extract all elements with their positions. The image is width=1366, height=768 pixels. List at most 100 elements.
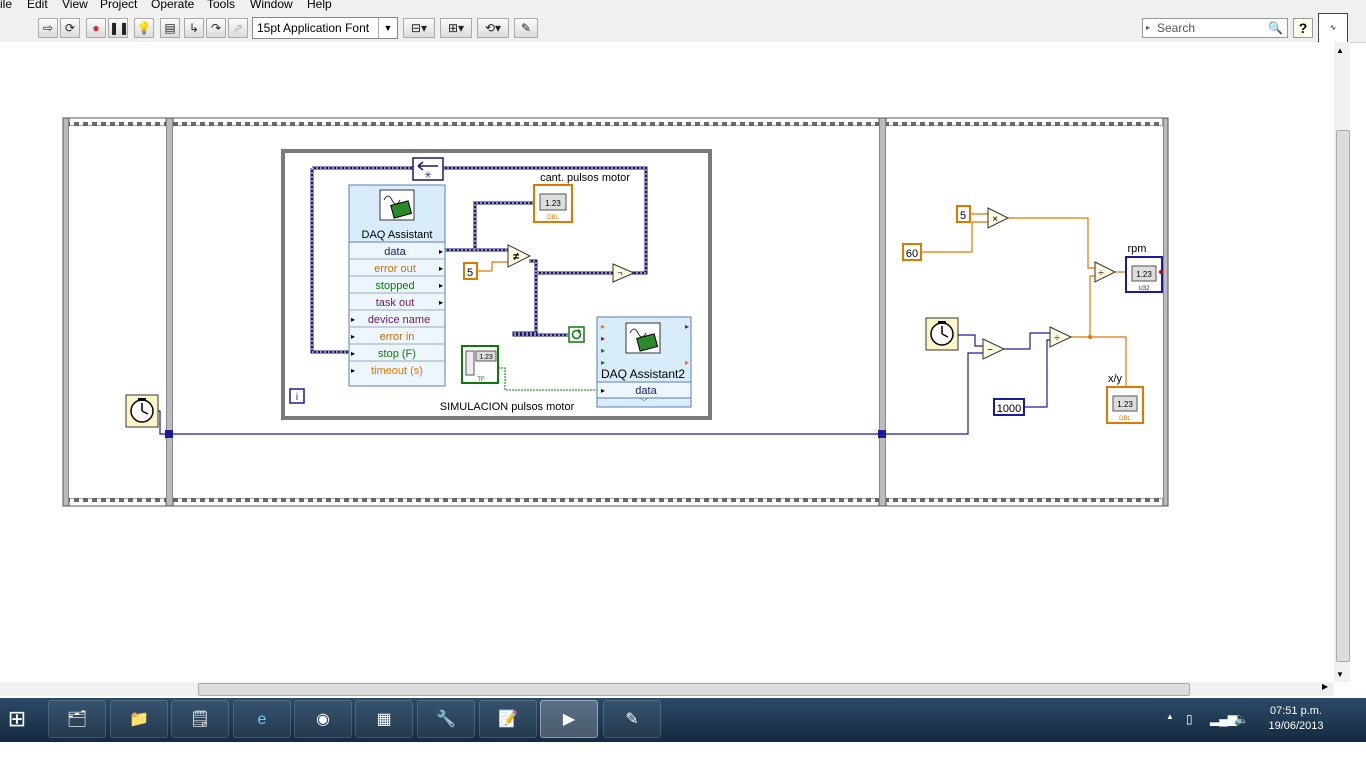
- terminal-stop: stop (F): [378, 348, 416, 360]
- tools-icon[interactable]: 🔧: [417, 700, 475, 738]
- network-signal-icon[interactable]: ▂▄▆: [1210, 712, 1237, 726]
- horizontal-scroll-thumb[interactable]: [198, 683, 1190, 696]
- svg-text:1.23: 1.23: [479, 354, 493, 361]
- boolean-constant[interactable]: 1.23 TF: [461, 345, 499, 384]
- sequence-tunnel-2: [878, 430, 886, 438]
- svg-text:▸: ▸: [685, 322, 689, 331]
- constant-five-inner[interactable]: 5: [463, 262, 478, 280]
- block-diagram-canvas[interactable]: SIMULACION pulsos motor i ✳ DAQ Assistan…: [0, 42, 1334, 682]
- clock-date: 19/06/2013: [1268, 720, 1324, 732]
- explorer-folder-icon[interactable]: 🗂: [48, 700, 106, 738]
- indicator-rpm[interactable]: 1.23 U32: [1125, 256, 1163, 293]
- volume-icon[interactable]: 🔈: [1234, 712, 1249, 726]
- svg-text:DBL: DBL: [1119, 416, 1131, 422]
- indicator-cant-pulsos[interactable]: 1.23 DBL: [533, 184, 573, 223]
- reorder-icon[interactable]: ⟲▾: [477, 18, 509, 38]
- help-icon[interactable]: ?: [1293, 18, 1313, 38]
- svg-text:▸: ▸: [439, 281, 443, 290]
- step-over-icon[interactable]: ↷: [206, 18, 226, 38]
- scroll-down-icon[interactable]: ▼: [1336, 670, 1344, 679]
- font-selector[interactable]: 15pt Application Font ▼: [252, 17, 398, 39]
- battery-icon[interactable]: ▯: [1186, 712, 1193, 726]
- step-into-icon[interactable]: ↳: [184, 18, 204, 38]
- distribute-icon[interactable]: ⊞▾: [440, 18, 472, 38]
- run-continuous-icon[interactable]: ⟳: [60, 18, 80, 38]
- taskbar: ⊞ 🗂 📁 🗒 e ◉ ▦ 🔧 📝 ▶ ✎ ▲ ▯ ▂▄▆ 🔈 07:51 p.…: [0, 698, 1366, 742]
- terminal-data: data: [384, 246, 406, 258]
- menu-window[interactable]: Window: [250, 0, 293, 10]
- notes-icon[interactable]: 📝: [479, 700, 537, 738]
- cleanup-icon[interactable]: ✎: [514, 18, 538, 38]
- chrome-icon[interactable]: ◉: [294, 700, 352, 738]
- search-placeholder: Search: [1157, 21, 1196, 35]
- svg-text:≠: ≠: [513, 251, 519, 263]
- menu-help[interactable]: Help: [307, 0, 332, 10]
- vertical-scrollbar[interactable]: ▲ ▼: [1334, 42, 1350, 682]
- svg-text:÷: ÷: [1098, 268, 1104, 279]
- svg-text:▸: ▸: [351, 332, 355, 341]
- tray-expand-icon[interactable]: ▲: [1166, 712, 1174, 721]
- font-selector-label: 15pt Application Font: [257, 21, 370, 35]
- svg-text:▸: ▸: [685, 358, 689, 367]
- svg-text:1.23: 1.23: [1117, 400, 1133, 409]
- internet-explorer-icon[interactable]: e: [233, 700, 291, 738]
- bottom-strip: [0, 742, 1366, 768]
- svg-text:▸: ▸: [351, 366, 355, 375]
- sticky-notes-icon[interactable]: 🗒: [171, 700, 229, 738]
- menu-edit[interactable]: Edit: [27, 0, 48, 10]
- scroll-up-icon[interactable]: ▲: [1336, 46, 1344, 55]
- tick-count-1[interactable]: [125, 394, 159, 428]
- highlight-bulb-icon[interactable]: 💡: [134, 18, 154, 38]
- tick-count-2[interactable]: [925, 317, 959, 351]
- loop-condition[interactable]: [568, 326, 585, 343]
- svg-text:﹀: ﹀: [640, 398, 648, 407]
- block-diagram: SIMULACION pulsos motor i ✳ DAQ Assistan…: [62, 117, 1169, 507]
- menu-operate[interactable]: Operate: [151, 0, 194, 10]
- search-arrow-icon: ▸: [1146, 23, 1151, 32]
- run-arrow-icon[interactable]: ⇨: [38, 18, 58, 38]
- menu-view[interactable]: View: [62, 0, 88, 10]
- svg-text:▸: ▸: [351, 349, 355, 358]
- iteration-terminal: i: [289, 388, 305, 404]
- abort-icon[interactable]: ●: [86, 18, 106, 38]
- terminal-stopped: stopped: [375, 280, 414, 292]
- svg-text:▸: ▸: [601, 334, 605, 343]
- svg-text:5: 5: [960, 210, 966, 222]
- pause-icon[interactable]: ❚❚: [108, 18, 129, 38]
- svg-text:▸: ▸: [601, 358, 605, 367]
- indicator-xy[interactable]: 1.23 DBL: [1106, 386, 1144, 424]
- draw-icon[interactable]: ✎: [603, 700, 661, 738]
- system-clock[interactable]: 07:51 p.m. 19/06/2013: [1256, 704, 1336, 734]
- terminal-error-in: error in: [380, 331, 415, 343]
- menu-tools[interactable]: Tools: [207, 0, 235, 10]
- constant-sixty[interactable]: 60: [902, 243, 922, 261]
- daq-assistant-2-title: DAQ Assistant2: [601, 367, 685, 381]
- scroll-right-icon[interactable]: ▶: [1322, 682, 1328, 691]
- svg-text:×: ×: [992, 214, 998, 225]
- terminal-task-out: task out: [376, 297, 415, 309]
- labview-icon[interactable]: ▶: [540, 700, 598, 738]
- start-orb-icon[interactable]: ⊞: [0, 700, 34, 738]
- search-input[interactable]: ▸ Search 🔍: [1142, 18, 1288, 38]
- horizontal-scrollbar[interactable]: ▶: [0, 682, 1334, 696]
- toolbar: ⇨ ⟳ ● ❚❚ 💡 ▤ ↳ ↷ ⇗ 15pt Application Font…: [0, 12, 1366, 43]
- file-manager-icon[interactable]: 📁: [110, 700, 168, 738]
- search-icon[interactable]: 🔍: [1268, 19, 1283, 37]
- constant-five-outer[interactable]: 5: [956, 205, 971, 223]
- sequence-tunnel-1: [165, 430, 173, 438]
- menu-file[interactable]: ile: [0, 0, 12, 10]
- calculator-icon[interactable]: ▦: [355, 700, 413, 738]
- align-icon[interactable]: ⊟▾: [403, 18, 435, 38]
- retain-wire-icon[interactable]: ▤: [160, 18, 180, 38]
- svg-text:1.23: 1.23: [545, 199, 561, 208]
- vertical-scroll-thumb[interactable]: [1336, 130, 1350, 662]
- svg-text:▸: ▸: [439, 298, 443, 307]
- constant-thousand[interactable]: 1000: [993, 398, 1025, 416]
- menu-project[interactable]: Project: [100, 0, 137, 10]
- vi-icon[interactable]: ∿: [1318, 13, 1348, 43]
- feedback-node[interactable]: ✳: [412, 157, 444, 181]
- terminal-timeout: timeout (s): [371, 365, 423, 377]
- svg-text:÷: ÷: [1054, 333, 1060, 344]
- step-out-icon[interactable]: ⇗: [228, 18, 248, 38]
- svg-text:i: i: [296, 392, 298, 403]
